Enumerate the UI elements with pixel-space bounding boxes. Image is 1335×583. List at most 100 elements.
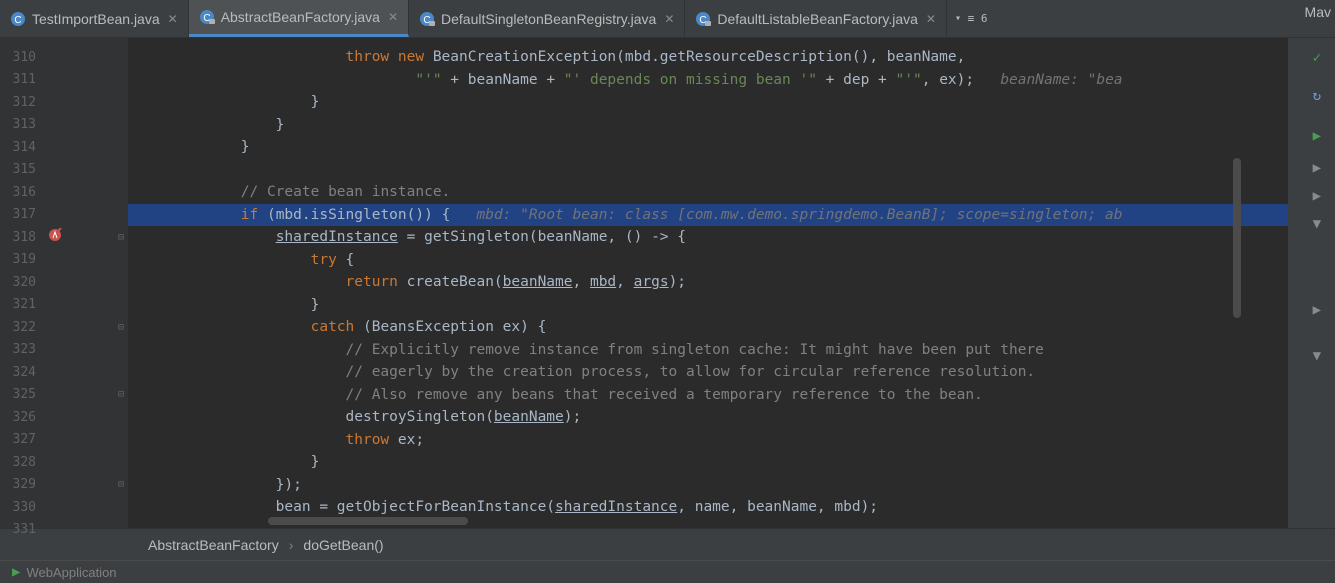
line-number: 326 xyxy=(0,410,36,425)
code-line[interactable]: throw ex; xyxy=(128,429,1288,452)
code-line[interactable]: "'" + beanName + "' depends on missing b… xyxy=(128,69,1288,92)
chevron-down-icon[interactable]: ▼ xyxy=(1313,348,1321,364)
tab-abstractbeanfactory[interactable]: C AbstractBeanFactory.java ✕ xyxy=(189,0,409,37)
gutter-line[interactable]: 323 xyxy=(0,339,128,362)
gutter-line[interactable]: 314 xyxy=(0,136,128,159)
gutter-line[interactable]: 328 xyxy=(0,451,128,474)
bottom-bar: ▶ WebApplication xyxy=(0,560,1335,583)
line-number: 320 xyxy=(0,275,36,290)
run-config-label[interactable]: WebApplication xyxy=(26,565,116,580)
gutter-line[interactable]: 317 xyxy=(0,204,128,227)
gutter-line[interactable]: 327 xyxy=(0,429,128,452)
line-number: 314 xyxy=(0,140,36,155)
gutter-line[interactable]: 331 xyxy=(0,519,128,542)
line-number: 319 xyxy=(0,252,36,267)
gutter-line[interactable]: 324 xyxy=(0,361,128,384)
line-number: 329 xyxy=(0,477,36,492)
gutter-line[interactable]: 312 xyxy=(0,91,128,114)
run-icon[interactable]: ▶ xyxy=(1313,160,1321,176)
checkmark-icon: ✓ xyxy=(1313,50,1321,66)
code-line[interactable] xyxy=(128,159,1288,182)
gutter-line[interactable]: 315 xyxy=(0,159,128,182)
breadcrumb-separator: › xyxy=(289,537,294,553)
line-number: 325 xyxy=(0,387,36,402)
line-number: 313 xyxy=(0,117,36,132)
gutter-line[interactable]: 321 xyxy=(0,294,128,317)
java-class-icon: C xyxy=(10,11,26,27)
code-line[interactable]: try { xyxy=(128,249,1288,272)
code-line[interactable]: // Explicitly remove instance from singl… xyxy=(128,339,1288,362)
tab-label: AbstractBeanFactory.java xyxy=(221,9,380,25)
line-number: 323 xyxy=(0,342,36,357)
code-line[interactable]: // eagerly by the creation process, to a… xyxy=(128,361,1288,384)
chevron-down-icon[interactable]: ▼ xyxy=(1313,216,1321,232)
code-line[interactable]: } xyxy=(128,451,1288,474)
tab-defaultsingletonbeanregistry[interactable]: C DefaultSingletonBeanRegistry.java ✕ xyxy=(409,0,685,37)
tab-testimportbean[interactable]: C TestImportBean.java ✕ xyxy=(0,0,189,37)
run-icon[interactable]: ▶ xyxy=(1313,128,1321,144)
java-class-lock-icon: C xyxy=(695,11,711,27)
code-line[interactable]: // Also remove any beans that received a… xyxy=(128,384,1288,407)
fold-icon[interactable]: ⊟ xyxy=(118,389,124,400)
breadcrumb[interactable]: AbstractBeanFactory › doGetBean() xyxy=(0,528,1335,560)
gutter-line[interactable]: 325 ⊟ xyxy=(0,384,128,407)
close-icon[interactable]: ✕ xyxy=(926,12,936,26)
fold-icon[interactable]: ⊟ xyxy=(118,479,124,490)
line-number: 331 xyxy=(0,522,36,537)
gutter-line[interactable]: 329 ⊟ xyxy=(0,474,128,497)
code-line[interactable]: sharedInstance = getSingleton(beanName, … xyxy=(128,226,1288,249)
gutter-line[interactable]: 320 xyxy=(0,271,128,294)
code-line[interactable]: } xyxy=(128,136,1288,159)
line-number: 322 xyxy=(0,320,36,335)
code-line[interactable]: } xyxy=(128,294,1288,317)
code-line[interactable]: }); xyxy=(128,474,1288,497)
line-number: 321 xyxy=(0,297,36,312)
refresh-icon[interactable]: ↻ xyxy=(1313,88,1321,104)
editor-tabs: C TestImportBean.java ✕ C AbstractBeanFa… xyxy=(0,0,1335,38)
breakpoint-icon[interactable] xyxy=(48,228,62,246)
scrollbar-horizontal[interactable] xyxy=(268,514,1241,528)
gutter-line[interactable]: 313 xyxy=(0,114,128,137)
gutter-line[interactable]: 322 ⊟ xyxy=(0,316,128,339)
gutter-line[interactable]: 310 xyxy=(0,46,128,69)
breadcrumb-method[interactable]: doGetBean() xyxy=(303,537,383,553)
line-number: 315 xyxy=(0,162,36,177)
gutter-line[interactable]: 330 xyxy=(0,496,128,519)
code-line[interactable]: return createBean(beanName, mbd, args); xyxy=(128,271,1288,294)
svg-text:C: C xyxy=(14,15,21,26)
line-number: 327 xyxy=(0,432,36,447)
code-line[interactable]: catch (BeansException ex) { xyxy=(128,316,1288,339)
tab-overflow-button[interactable]: ▾ ≡ 6 xyxy=(947,0,996,37)
fold-icon[interactable]: ⊟ xyxy=(118,322,124,333)
close-icon[interactable]: ✕ xyxy=(388,10,398,24)
code-line[interactable]: } xyxy=(128,114,1288,137)
code-line[interactable]: throw new BeanCreationException(mbd.getR… xyxy=(128,46,1288,69)
gutter-line[interactable]: 319 xyxy=(0,249,128,272)
code-editor[interactable]: throw new BeanCreationException(mbd.getR… xyxy=(128,38,1288,528)
code-line[interactable]: } xyxy=(128,91,1288,114)
fold-icon[interactable]: ⊟ xyxy=(118,232,124,243)
scrollbar-vertical[interactable] xyxy=(1233,158,1241,318)
code-line[interactable]: destroySingleton(beanName); xyxy=(128,406,1288,429)
run-icon[interactable]: ▶ xyxy=(1313,302,1321,318)
right-toolwindow-label[interactable]: Mav xyxy=(1305,4,1331,20)
editor-area: 310311312 313 314 315 316317 318 ⊟ 319 320 321 322… xyxy=(0,38,1335,528)
gutter[interactable]: 310311312 313 314 315 316317 318 ⊟ 319 320 321 322… xyxy=(0,38,128,528)
code-line[interactable]: // Create bean instance. xyxy=(128,181,1288,204)
line-number: 318 xyxy=(0,230,36,245)
breadcrumb-class[interactable]: AbstractBeanFactory xyxy=(148,537,279,553)
scrollbar-thumb[interactable] xyxy=(268,517,468,525)
tab-defaultlistablebeanfactory[interactable]: C DefaultListableBeanFactory.java ✕ xyxy=(685,0,947,37)
code-line[interactable]: if (mbd.isSingleton()) { mbd: "Root bean… xyxy=(128,204,1288,227)
run-icon[interactable]: ▶ xyxy=(1313,188,1321,204)
right-gutter[interactable]: ✓ ↻ ▶ ▶ ▶ ▼ ▶ ▼ xyxy=(1288,38,1335,528)
tab-label: DefaultListableBeanFactory.java xyxy=(717,11,918,27)
gutter-line[interactable]: 316 xyxy=(0,181,128,204)
gutter-line[interactable]: 311 xyxy=(0,69,128,92)
gutter-line[interactable]: 326 xyxy=(0,406,128,429)
close-icon[interactable]: ✕ xyxy=(664,12,674,26)
close-icon[interactable]: ✕ xyxy=(168,12,178,26)
line-number: 328 xyxy=(0,455,36,470)
gutter-line[interactable]: 318 ⊟ xyxy=(0,226,128,249)
line-number: 330 xyxy=(0,500,36,515)
